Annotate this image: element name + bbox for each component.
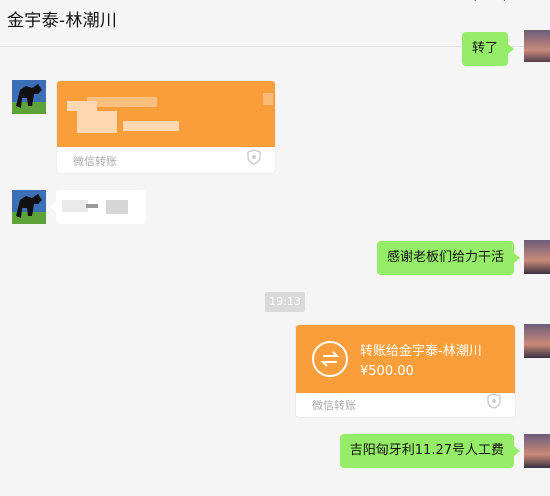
transfer-footer: 微信转账 bbox=[73, 155, 117, 168]
header-icons: ·· bbox=[474, 0, 532, 7]
avatar-self[interactable] bbox=[524, 30, 550, 62]
avatar-self[interactable] bbox=[524, 240, 550, 274]
exchange-arrows-icon bbox=[312, 341, 348, 377]
transfer-card-body bbox=[57, 81, 275, 147]
transfer-card-received[interactable]: 微信转账 bbox=[56, 80, 276, 174]
avatar-self[interactable] bbox=[524, 324, 550, 358]
transfer-amount: ¥500.00 bbox=[360, 364, 414, 379]
message-text: 吉阳匈牙利11.27号人工费 bbox=[349, 443, 504, 458]
blurred-content bbox=[263, 93, 273, 105]
transfer-card-sent[interactable]: 转账给金宇泰-林潮川 ¥500.00 微信转账 bbox=[295, 324, 516, 418]
message-bubble-received[interactable] bbox=[50, 190, 146, 224]
message-bubble-sent-partial[interactable]: 转了 bbox=[461, 32, 515, 66]
blurred-content bbox=[106, 200, 128, 214]
avatar-self[interactable] bbox=[524, 434, 550, 468]
avatar-contact[interactable] bbox=[12, 190, 46, 224]
blurred-content bbox=[87, 97, 157, 107]
blurred-content bbox=[123, 121, 179, 131]
transfer-footer: 微信转账 bbox=[312, 399, 356, 412]
transfer-recipient: 转账给金宇泰-林潮川 bbox=[360, 344, 482, 359]
message-timestamp: 19:13 bbox=[265, 292, 305, 312]
transfer-card-body: 转账给金宇泰-林潮川 ¥500.00 bbox=[296, 325, 515, 393]
message-bubble-sent[interactable]: 吉阳匈牙利11.27号人工费 bbox=[339, 434, 521, 468]
more-icon[interactable]: · bbox=[474, 0, 503, 7]
shield-icon bbox=[247, 149, 261, 169]
chat-title: 金宇泰-林潮川 bbox=[7, 11, 118, 31]
input-toolbar-edge bbox=[0, 488, 550, 496]
user-icon[interactable]: · bbox=[503, 0, 532, 7]
blurred-content bbox=[77, 111, 117, 133]
blurred-content bbox=[86, 204, 98, 208]
message-text: 转了 bbox=[471, 41, 498, 56]
blurred-content bbox=[62, 200, 88, 212]
avatar-contact[interactable] bbox=[12, 80, 46, 114]
shield-icon bbox=[487, 393, 501, 413]
message-text: 感谢老板们给力干活 bbox=[386, 250, 504, 265]
message-bubble-sent[interactable]: 感谢老板们给力干活 bbox=[376, 241, 521, 275]
